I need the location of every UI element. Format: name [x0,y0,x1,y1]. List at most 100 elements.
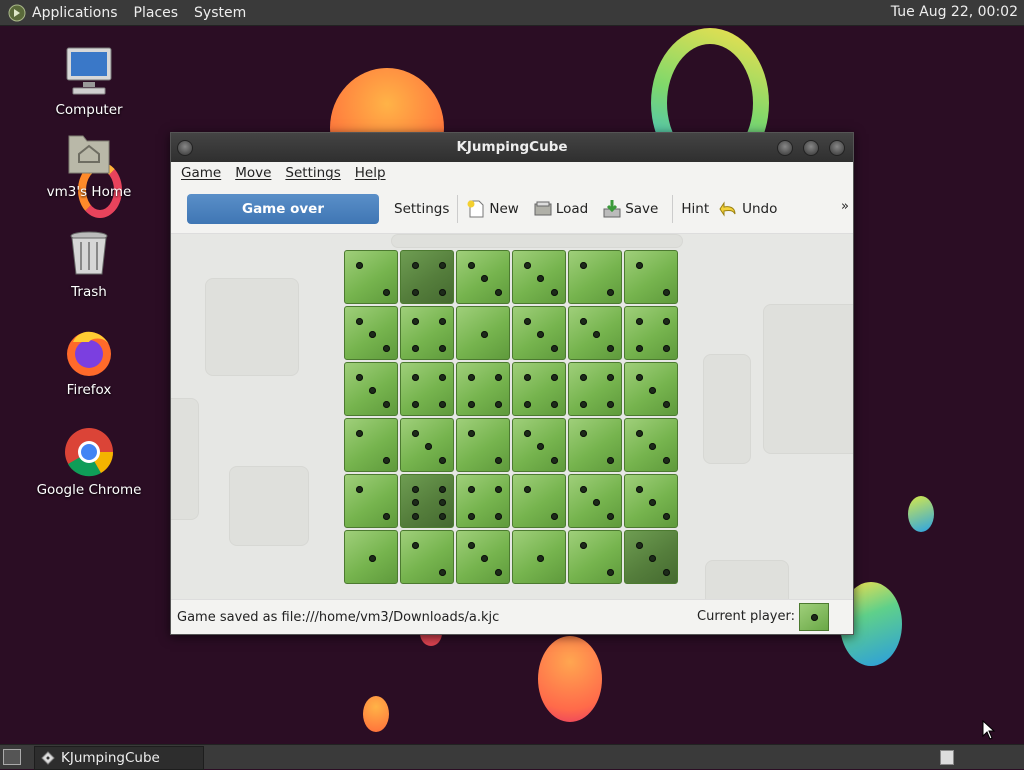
desktop-icon-chrome[interactable]: Google Chrome [29,426,149,498]
menu-help[interactable]: Help [355,165,386,181]
pip [607,374,614,381]
cube-r5-c5[interactable] [568,474,622,528]
save-button[interactable]: Save [602,199,658,219]
places-menu[interactable]: Places [134,5,179,21]
undo-button[interactable]: Undo [719,199,777,219]
save-download-icon [603,199,621,217]
cube-r1-c5[interactable] [568,250,622,304]
pip [580,430,587,437]
cube-r4-c1[interactable] [344,418,398,472]
menu-game[interactable]: Game [181,165,221,181]
applications-menu[interactable]: Applications [32,5,118,21]
desktop-icon-firefox[interactable]: Firefox [29,326,149,398]
desktop-icon-home[interactable]: vm3's Home [29,128,149,200]
desktop-icon-computer[interactable]: Computer [29,46,149,118]
pip [663,318,670,325]
cube-r6-c4[interactable] [512,530,566,584]
toolbar-overflow-button[interactable]: » [841,199,849,214]
menu-move[interactable]: Move [235,165,271,181]
cube-r3-c1[interactable] [344,362,398,416]
cube-r2-c4[interactable] [512,306,566,360]
panel-clock[interactable]: Tue Aug 22, 00:02 [891,4,1018,20]
chrome-icon [63,426,115,478]
cube-r1-c6[interactable] [624,250,678,304]
cube-r5-c1[interactable] [344,474,398,528]
cube-r6-c5[interactable] [568,530,622,584]
pip [356,262,363,269]
pip [607,289,614,296]
pip [412,262,419,269]
pip [580,542,587,549]
cube-r1-c3[interactable] [456,250,510,304]
pip [412,345,419,352]
cube-r4-c2[interactable] [400,418,454,472]
pip [593,499,600,506]
new-button[interactable]: New [466,199,519,219]
workspace-switcher[interactable] [940,750,954,765]
pip [551,345,558,352]
cube-r1-c2[interactable] [400,250,454,304]
pip [649,387,656,394]
taskbar-item-label: KJumpingCube [61,750,160,766]
pip [439,374,446,381]
cube-r3-c5[interactable] [568,362,622,416]
cube-r4-c5[interactable] [568,418,622,472]
load-button[interactable]: Load [533,199,588,219]
distro-logo-icon[interactable] [8,4,26,22]
cube-r3-c3[interactable] [456,362,510,416]
desktop-icon-trash[interactable]: Trash [29,228,149,300]
pip [412,374,419,381]
pip [356,486,363,493]
cube-r6-c1[interactable] [344,530,398,584]
pip [495,569,502,576]
show-desktop-icon[interactable] [3,749,21,765]
cube-r5-c3[interactable] [456,474,510,528]
cube-r4-c3[interactable] [456,418,510,472]
load-folder-icon [534,201,552,215]
game-status-button[interactable]: Game over [187,193,379,224]
settings-label: Settings [394,200,450,217]
pip [481,555,488,562]
hint-label: Hint [681,200,710,217]
pip [580,374,587,381]
cube-r3-c4[interactable] [512,362,566,416]
pip [607,345,614,352]
minimize-button[interactable] [777,140,793,156]
pip [412,499,419,506]
cube-r2-c6[interactable] [624,306,678,360]
menu-settings[interactable]: Settings [285,165,340,181]
taskbar-item-kjumpingcube[interactable]: KJumpingCube [34,746,204,770]
cube-r3-c2[interactable] [400,362,454,416]
current-player-label: Current player: [697,609,795,624]
cube-r1-c4[interactable] [512,250,566,304]
pip [468,486,475,493]
window-titlebar[interactable]: KJumpingCube [171,133,853,162]
cube-r4-c4[interactable] [512,418,566,472]
cube-r2-c3[interactable] [456,306,510,360]
maximize-button[interactable] [803,140,819,156]
cube-r6-c6[interactable] [624,530,678,584]
pip [649,443,656,450]
hint-button[interactable]: Hint [681,201,709,217]
cube-r2-c2[interactable] [400,306,454,360]
settings-button[interactable]: Settings [394,201,449,217]
cube-r5-c2[interactable] [400,474,454,528]
cube-r6-c3[interactable] [456,530,510,584]
window-menu-button[interactable] [177,140,193,156]
close-button[interactable] [829,140,845,156]
pip [636,374,643,381]
window-title: KJumpingCube [456,139,568,155]
cube-r4-c6[interactable] [624,418,678,472]
cube-r2-c5[interactable] [568,306,622,360]
cube-r2-c1[interactable] [344,306,398,360]
trash-icon [63,228,115,280]
cube-r6-c2[interactable] [400,530,454,584]
cube-r5-c6[interactable] [624,474,678,528]
system-menu[interactable]: System [194,5,246,21]
cube-r5-c4[interactable] [512,474,566,528]
pip [580,401,587,408]
cube-r1-c1[interactable] [344,250,398,304]
pip [383,457,390,464]
background-decoration [229,466,309,546]
cube-r3-c6[interactable] [624,362,678,416]
